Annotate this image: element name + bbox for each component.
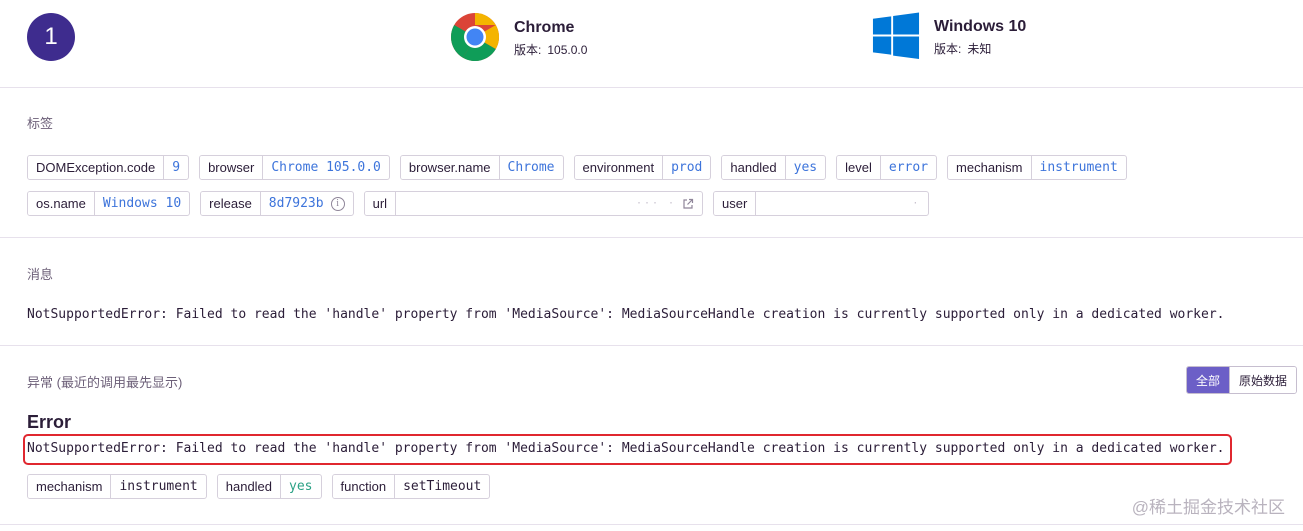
mechanism-tags: mechanism instrument handled yes functio… — [27, 474, 491, 499]
info-icon[interactable]: i — [330, 196, 345, 211]
external-link-icon[interactable] — [682, 198, 694, 210]
tag-domexception-code[interactable]: DOMException.code 9 — [27, 155, 190, 180]
event-number-badge: 1 — [27, 13, 75, 61]
os-name: Windows 10 — [934, 18, 1027, 35]
tag-handled[interactable]: handled yes — [721, 155, 827, 180]
stacktrace-view-toggle: 全部 原始数据 — [1186, 366, 1298, 394]
mech-tag-handled[interactable]: handled yes — [216, 474, 322, 499]
tag-environment[interactable]: environment prod — [573, 155, 712, 180]
view-raw-button[interactable]: 原始数据 — [1229, 367, 1297, 393]
tags-row-2: os.name Windows 10 release 8d7923b i url… — [27, 191, 930, 216]
tag-os-name[interactable]: os.name Windows 10 — [27, 191, 191, 216]
os-version: 版本: 未知 — [934, 42, 992, 56]
tag-browser[interactable]: browser Chrome 105.0.0 — [199, 155, 390, 180]
watermark: @稀土掘金技术社区 — [1131, 498, 1285, 517]
tags-row-1: DOMException.code 9 browser Chrome 105.0… — [27, 155, 1127, 180]
event-header: 1 Chrome 版本: 105.0.0 Windows 10 版本: 未知 — [0, 0, 1303, 88]
section-divider — [0, 237, 1303, 238]
tag-user[interactable]: user · — [713, 191, 930, 216]
mech-tag-function[interactable]: function setTimeout — [331, 474, 491, 499]
mech-tag-mechanism[interactable]: mechanism instrument — [27, 474, 207, 499]
tags-section-title: 标签 — [27, 116, 54, 131]
section-divider — [0, 345, 1303, 346]
browser-version: 版本: 105.0.0 — [514, 43, 588, 57]
exception-value: NotSupportedError: Failed to read the 'h… — [27, 441, 1225, 456]
tag-browser-name[interactable]: browser.name Chrome — [399, 155, 564, 180]
message-section-title: 消息 — [27, 267, 54, 282]
windows-logo-icon — [872, 12, 920, 60]
section-divider — [0, 524, 1303, 525]
browser-name: Chrome — [514, 19, 575, 36]
os-context: Windows 10 版本: 未知 — [872, 12, 1026, 60]
exception-section-title: 异常 (最近的调用最先显示) — [27, 375, 183, 390]
tag-level[interactable]: level error — [836, 155, 938, 180]
chrome-logo-icon — [451, 12, 500, 62]
tag-release[interactable]: release 8d7923b i — [200, 191, 354, 216]
tag-url[interactable]: url ··· · — [363, 191, 704, 216]
browser-context: Chrome 版本: 105.0.0 — [450, 12, 587, 62]
view-all-button[interactable]: 全部 — [1187, 367, 1230, 393]
message-text: NotSupportedError: Failed to read the 'h… — [27, 307, 1225, 322]
exception-type: Error — [27, 412, 72, 432]
tag-mechanism[interactable]: mechanism instrument — [947, 155, 1127, 180]
